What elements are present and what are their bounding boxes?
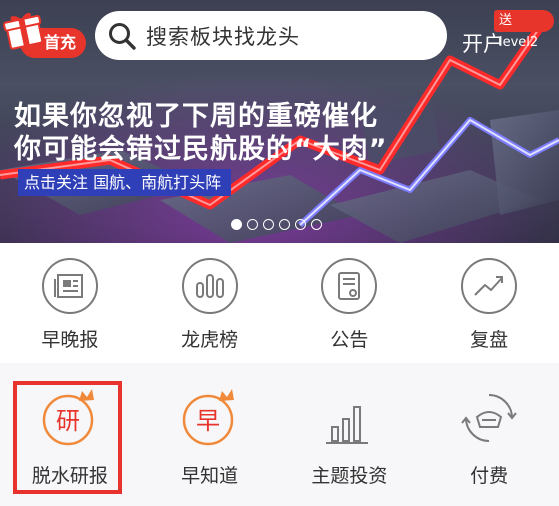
open-account-label: 开户 xyxy=(462,32,504,56)
shortcut-market-review[interactable]: 复盘 xyxy=(419,243,559,363)
shortcut-label: 早晚报 xyxy=(41,329,99,351)
document-icon xyxy=(321,258,378,314)
shortcut-label: 付费 xyxy=(470,465,509,487)
top-bar: 首充 搜索板块找龙头 开户 送level2 xyxy=(0,0,559,66)
carousel-dot[interactable] xyxy=(247,219,258,230)
shortcut-dragon-tiger-list[interactable]: 龙虎榜 xyxy=(140,243,280,363)
shortcut-row-1: 早晚报 龙虎榜 公告 复盘 xyxy=(0,243,559,363)
gold-ingot-icon xyxy=(461,394,517,442)
carousel-dot[interactable] xyxy=(295,219,306,230)
shortcut-morning-evening-report[interactable]: 早晚报 xyxy=(0,243,140,363)
shortcut-theme-investing[interactable]: 主题投资 xyxy=(280,363,420,506)
open-account-button[interactable]: 开户 送level2 xyxy=(458,10,554,60)
search-placeholder: 搜索板块找龙头 xyxy=(146,24,300,49)
shortcut-label: 龙虎榜 xyxy=(181,329,239,351)
banner-subline: 点击关注 国航、南航打头阵 xyxy=(18,169,232,196)
shortcut-label: 主题投资 xyxy=(311,465,388,487)
shortcut-label: 复盘 xyxy=(470,329,509,351)
shortcut-early-know[interactable]: 早 早知道 xyxy=(140,363,280,506)
early-crown-icon: 早 xyxy=(182,389,234,446)
bar-growth-icon xyxy=(326,406,369,444)
early-glyph: 早 xyxy=(196,407,220,435)
shortcut-label: 公告 xyxy=(330,329,369,351)
carousel-dot[interactable] xyxy=(311,219,322,230)
banner-headline-line2: 你可能会错过民航股的“大肉” xyxy=(14,134,388,165)
carousel-dot[interactable] xyxy=(263,219,274,230)
newspaper-icon xyxy=(41,258,98,314)
carousel-dot[interactable] xyxy=(231,219,242,230)
search-icon xyxy=(109,22,136,50)
shortcut-announcements[interactable]: 公告 xyxy=(280,243,420,363)
trend-line-icon xyxy=(461,258,518,314)
selection-highlight xyxy=(13,381,122,494)
banner-headline-line1: 如果你忽视了下周的重磅催化 xyxy=(14,101,378,132)
shortcut-paid[interactable]: 付费 xyxy=(419,363,559,506)
level2-badge: 送level2 xyxy=(494,10,554,50)
carousel-dot[interactable] xyxy=(279,219,290,230)
carousel-indicator[interactable] xyxy=(231,219,322,231)
gift-icon xyxy=(3,12,44,50)
banner-headline: 如果你忽视了下周的重磅催化 你可能会错过民航股的“大肉” xyxy=(14,100,388,166)
shortcut-label: 早知道 xyxy=(181,465,239,487)
first-recharge-button[interactable]: 首充 xyxy=(2,8,88,58)
promo-banner[interactable]: 首充 搜索板块找龙头 开户 送level2 如果你忽视了下周的重磅催化 你可能会… xyxy=(0,0,559,243)
bar-chart-icon xyxy=(181,258,238,314)
search-input[interactable]: 搜索板块找龙头 xyxy=(95,11,447,60)
